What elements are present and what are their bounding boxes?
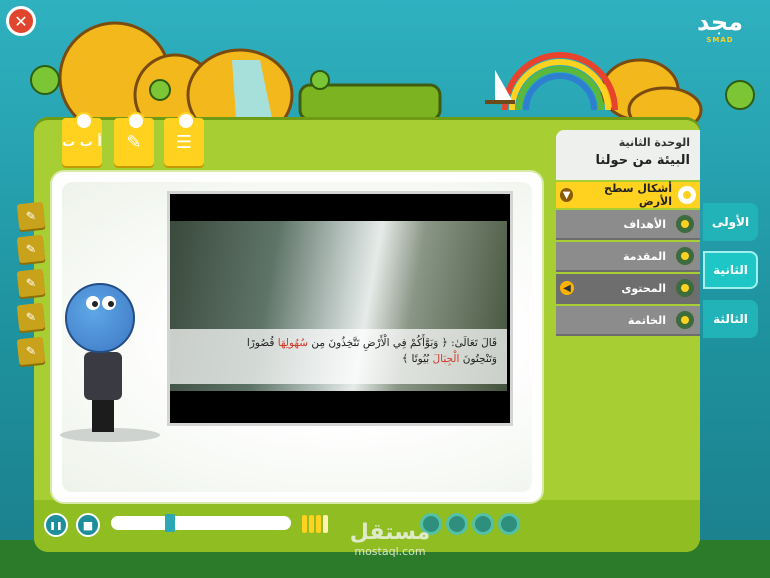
pen-icon: ✎ <box>126 131 142 153</box>
progress-track[interactable] <box>111 516 291 530</box>
subtitle-text: بُيُوتًا ﴾ <box>402 353 433 365</box>
pause-icon: ❚❚ <box>49 520 63 530</box>
app-logo: مجد SMAD <box>680 8 760 44</box>
stop-icon: ■ <box>82 518 94 532</box>
logo-text: مجد <box>696 8 744 36</box>
character-body <box>84 352 122 400</box>
subtitle-text: قَالَ تَعَالَىٰ: ﴿ وَبَوَّأَكُمْ فِي الْ… <box>308 337 497 349</box>
close-button[interactable]: ✕ <box>6 6 36 36</box>
side-note-button-5[interactable]: ✎ <box>16 336 46 366</box>
side-note-button-3[interactable]: ✎ <box>16 268 46 298</box>
tab-third[interactable]: الثالثة <box>703 300 758 338</box>
menu-item-label: المحتوى <box>621 281 666 295</box>
subtitle-highlight: الْجِبَالَ <box>432 353 460 365</box>
flower-decoration-icon <box>127 112 145 130</box>
subtitle-text: قُصُورًا <box>246 337 278 349</box>
pencil-icon: ✎ <box>25 208 37 224</box>
menu-item-introduction[interactable]: المقدمة <box>556 242 700 272</box>
arrow-left-icon: ◀ <box>560 281 574 295</box>
lesson-title: البيئة من حولنا <box>595 153 690 168</box>
alphabet-button[interactable]: أ ب ت <box>62 112 102 166</box>
unit-label: الوحدة الثانية <box>618 136 690 149</box>
menu-item-conclusion[interactable]: الخاتمة <box>556 306 700 336</box>
flower-decoration-icon <box>177 112 195 130</box>
pencil-icon: ✎ <box>25 275 37 291</box>
side-note-button-4[interactable]: ✎ <box>16 302 46 332</box>
lesson-title-card: الوحدة الثانية البيئة من حولنا <box>556 130 700 180</box>
volume-bar-2[interactable] <box>309 515 314 533</box>
tab-label: الثانية <box>713 263 748 277</box>
topic-label: أشكال سطح الأرض <box>604 182 672 208</box>
menu-item-label: المقدمة <box>622 249 666 263</box>
flower-decoration-icon <box>75 112 93 130</box>
logo-subtext: SMAD <box>706 36 734 44</box>
menu-item-objectives[interactable]: الأهداف <box>556 210 700 240</box>
video-subtitle: قَالَ تَعَالَىٰ: ﴿ وَبَوَّأَكُمْ فِي الْ… <box>170 329 507 384</box>
watermark: مستقل mostaql.com <box>330 520 450 558</box>
stop-button[interactable]: ■ <box>76 513 100 537</box>
pause-button[interactable]: ❚❚ <box>44 513 68 537</box>
notes-button[interactable]: ☰ <box>164 112 204 166</box>
chevron-down-icon: ▼ <box>560 188 574 202</box>
tab-first[interactable]: الأولى <box>703 203 758 241</box>
flower-icon <box>676 311 694 329</box>
subtitle-line-2: وَتَنْحِتُونَ الْجِبَالَ بُيُوتًا ﴾ <box>180 351 497 367</box>
pencil-icon: ✎ <box>25 241 37 257</box>
earth-character-head <box>65 283 135 353</box>
swirl-icon <box>472 513 494 535</box>
volume-bar-1[interactable] <box>302 515 307 533</box>
close-icon: ✕ <box>14 11 28 31</box>
notes-icon: ☰ <box>175 131 193 153</box>
flower-icon <box>676 215 694 233</box>
flower-icon <box>678 186 696 204</box>
lesson-menu: الأهداف المقدمة المحتوى ◀ الخاتمة <box>556 210 700 338</box>
subtitle-line-1: قَالَ تَعَالَىٰ: ﴿ وَبَوَّأَكُمْ فِي الْ… <box>180 335 497 351</box>
alphabet-icon: أ ب ت <box>62 134 102 150</box>
menu-item-label: الخاتمة <box>627 313 666 327</box>
flower-icon <box>676 247 694 265</box>
pencil-icon: ✎ <box>25 343 37 359</box>
watermark-latin: mostaql.com <box>354 545 426 558</box>
side-note-button-1[interactable]: ✎ <box>16 201 46 231</box>
progress-handle[interactable] <box>165 514 176 532</box>
side-note-button-2[interactable]: ✎ <box>16 234 46 264</box>
character-legs <box>92 398 114 432</box>
character-eyes <box>86 296 116 310</box>
volume-bar-3[interactable] <box>316 515 321 533</box>
topic-header[interactable]: أشكال سطح الأرض ▼ <box>556 182 700 208</box>
flower-icon <box>676 279 694 297</box>
subtitle-highlight: سُهُولِهَا <box>277 337 309 349</box>
subtitle-text: وَتَنْحِتُونَ <box>459 353 497 365</box>
tab-second[interactable]: الثانية <box>703 251 758 289</box>
tab-label: الثالثة <box>713 312 748 326</box>
watermark-arabic: مستقل <box>349 520 431 545</box>
pen-button[interactable]: ✎ <box>114 112 154 166</box>
menu-item-content[interactable]: المحتوى ◀ <box>556 274 700 304</box>
volume-bar-4[interactable] <box>323 515 328 533</box>
tab-label: الأولى <box>711 215 750 229</box>
pencil-icon: ✎ <box>25 309 37 325</box>
menu-item-label: الأهداف <box>623 217 667 231</box>
swirl-icon <box>498 513 520 535</box>
